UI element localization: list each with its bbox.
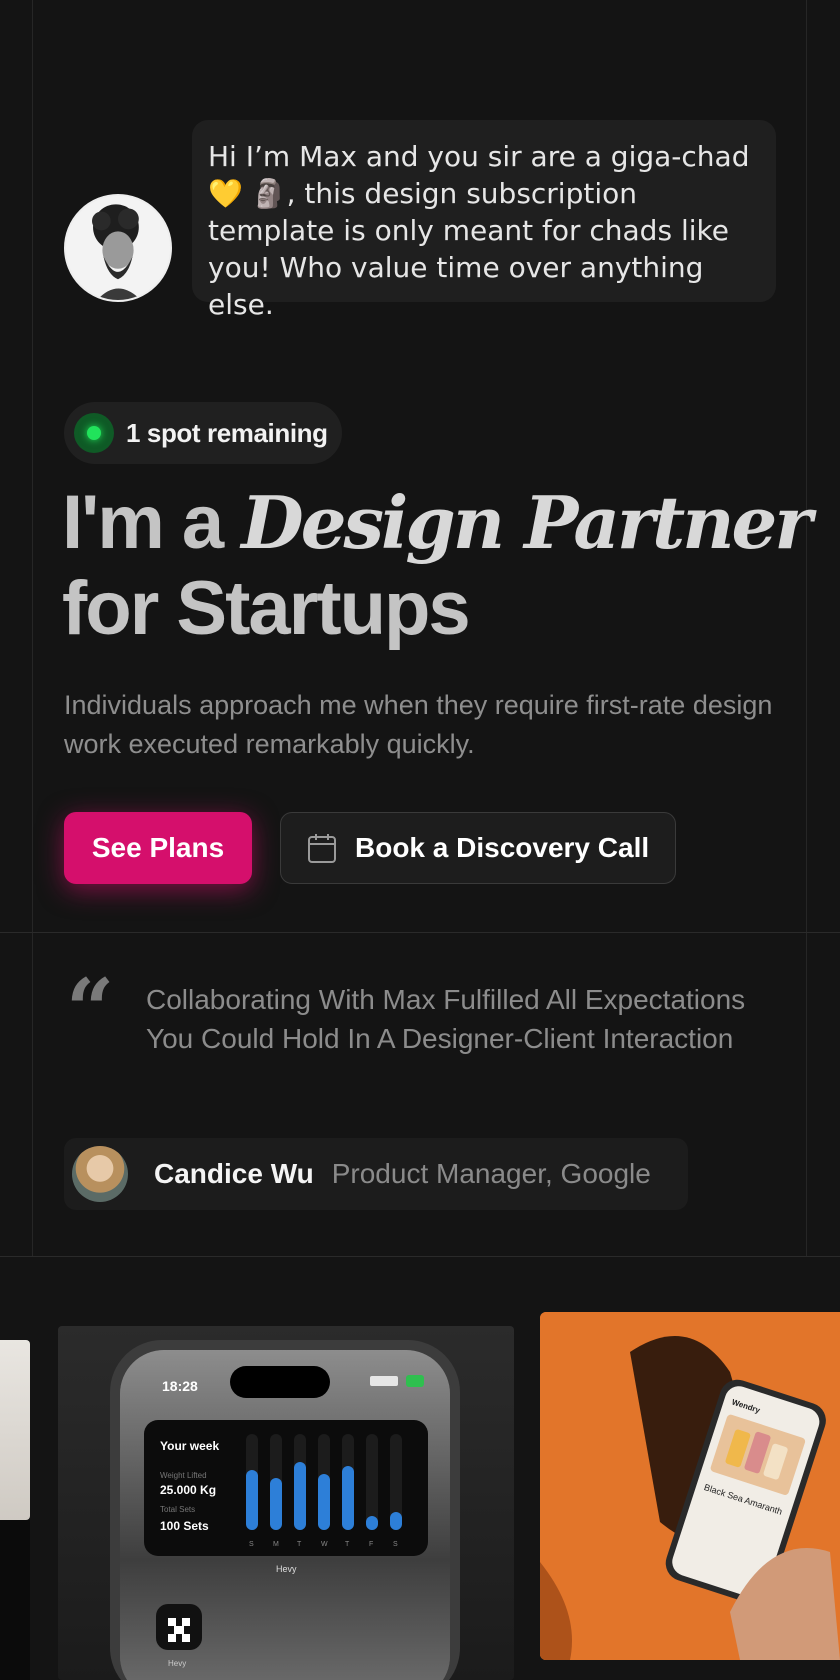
widget-title: Your week [160,1439,219,1453]
weight-value: 25.000 Kg [160,1483,216,1497]
availability-text: 1 spot remaining [126,417,328,448]
avatar [72,1146,128,1202]
sets-value: 100 Sets [160,1519,209,1533]
author-name: Candice Wu [154,1158,314,1189]
grid-line-left [32,0,33,1256]
gallery-card-partial [0,1340,30,1520]
title-serif: Design Partner [241,480,812,565]
gallery-card-partial-dark [0,1520,30,1680]
intro-message: Hi I’m Max and you sir are a giga-chad 💛… [192,120,776,321]
divider-hero [0,932,840,933]
weekday-label: M [273,1541,279,1548]
divider-testimonial [0,1256,840,1257]
app-icon-label: Hevy [168,1659,186,1668]
gallery-card-fitness-app: 18:28 Your week Weight Lifted 25.000 Kg … [58,1326,514,1680]
portrait-illustration [66,196,170,300]
see-plans-button[interactable]: See Plans [64,812,252,884]
phone-mockup: 18:28 Your week Weight Lifted 25.000 Kg … [110,1340,460,1680]
app-caption: Hevy [276,1564,297,1574]
weekday-label: W [321,1541,328,1548]
title-plain: I'm a [62,480,242,565]
weekday-label: T [297,1541,302,1548]
weekday-label: F [369,1541,373,1548]
author-role: Product Manager, Google [331,1158,651,1189]
calendar-icon [308,834,336,863]
status-dot-icon [74,413,114,453]
testimonial-author: Candice Wu Product Manager, Google [64,1138,688,1210]
sets-label: Total Sets [160,1505,195,1514]
weekday-label: S [249,1541,254,1548]
quote-icon: “ [66,960,115,1059]
weight-label: Weight Lifted [160,1471,207,1480]
book-call-button[interactable]: Book a Discovery Call [280,812,676,884]
book-call-label: Book a Discovery Call [355,832,650,863]
testimonial-quote: Collaborating With Max Fulfilled All Exp… [146,984,746,1054]
title-line2: for Startups [62,566,471,651]
gallery-card-shop-app: Wendry Black Sea Amaranth [540,1312,840,1660]
page-title: I'm a Design Partner for Startups [62,480,812,652]
availability-badge: 1 spot remaining [64,402,342,464]
weekday-label: T [345,1541,350,1548]
hand-phone-photo: Wendry Black Sea Amaranth [540,1312,840,1660]
weekday-label: S [393,1541,398,1548]
hero-subtitle: Individuals approach me when they requir… [64,690,773,759]
phone-time: 18:28 [162,1378,198,1394]
avatar-max [64,194,172,302]
